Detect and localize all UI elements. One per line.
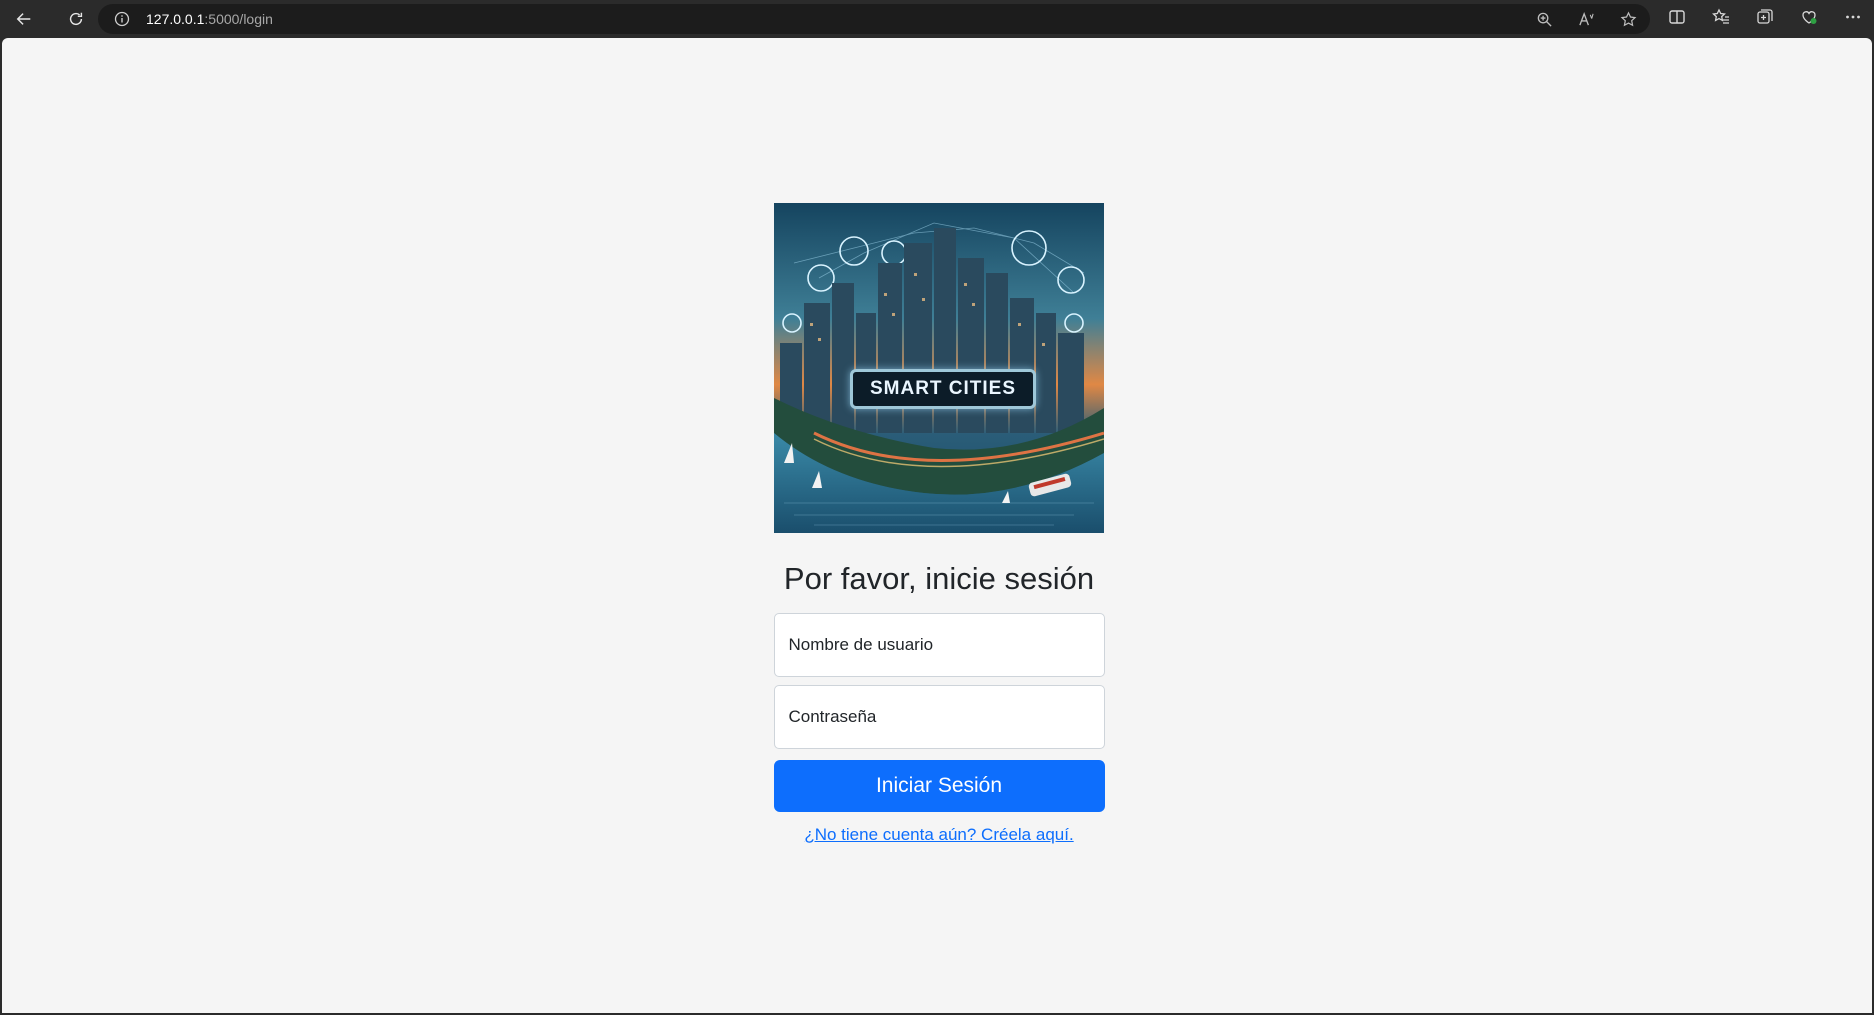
split-screen-icon[interactable] — [1666, 6, 1688, 28]
more-options-icon[interactable] — [1842, 6, 1864, 28]
url-host: 127.0.0.1 — [146, 11, 205, 27]
page-viewport: SMART CITIES Por favor, inicie sesión In… — [2, 38, 1872, 1013]
url-text[interactable]: 127.0.0.1:5000/login — [146, 11, 273, 27]
favorites-icon[interactable] — [1710, 6, 1732, 28]
address-bar[interactable]: 127.0.0.1:5000/login — [98, 4, 1650, 34]
username-field[interactable] — [773, 613, 1105, 677]
login-button[interactable]: Iniciar Sesión — [773, 760, 1105, 812]
favorite-star-icon[interactable] — [1618, 9, 1638, 29]
reload-icon[interactable] — [60, 3, 92, 35]
browser-essentials-icon[interactable] — [1798, 6, 1820, 28]
page-title: Por favor, inicie sesión — [783, 561, 1095, 596]
login-form: SMART CITIES Por favor, inicie sesión In… — [773, 203, 1105, 845]
smart-cities-image: SMART CITIES — [774, 203, 1104, 533]
info-icon[interactable] — [114, 11, 130, 27]
password-input[interactable] — [788, 707, 1104, 727]
collections-icon[interactable] — [1754, 6, 1776, 28]
back-icon[interactable] — [8, 3, 40, 35]
username-input[interactable] — [788, 635, 1104, 655]
city-illustration — [774, 203, 1104, 533]
url-path: :5000/login — [204, 11, 273, 27]
read-aloud-icon[interactable] — [1576, 9, 1596, 29]
hero-sign: SMART CITIES — [850, 369, 1036, 409]
browser-toolbar: 127.0.0.1:5000/login — [0, 0, 1874, 38]
password-field[interactable] — [773, 685, 1105, 749]
zoom-icon[interactable] — [1534, 9, 1554, 29]
signup-link[interactable]: ¿No tiene cuenta aún? Créela aquí. — [804, 825, 1073, 845]
